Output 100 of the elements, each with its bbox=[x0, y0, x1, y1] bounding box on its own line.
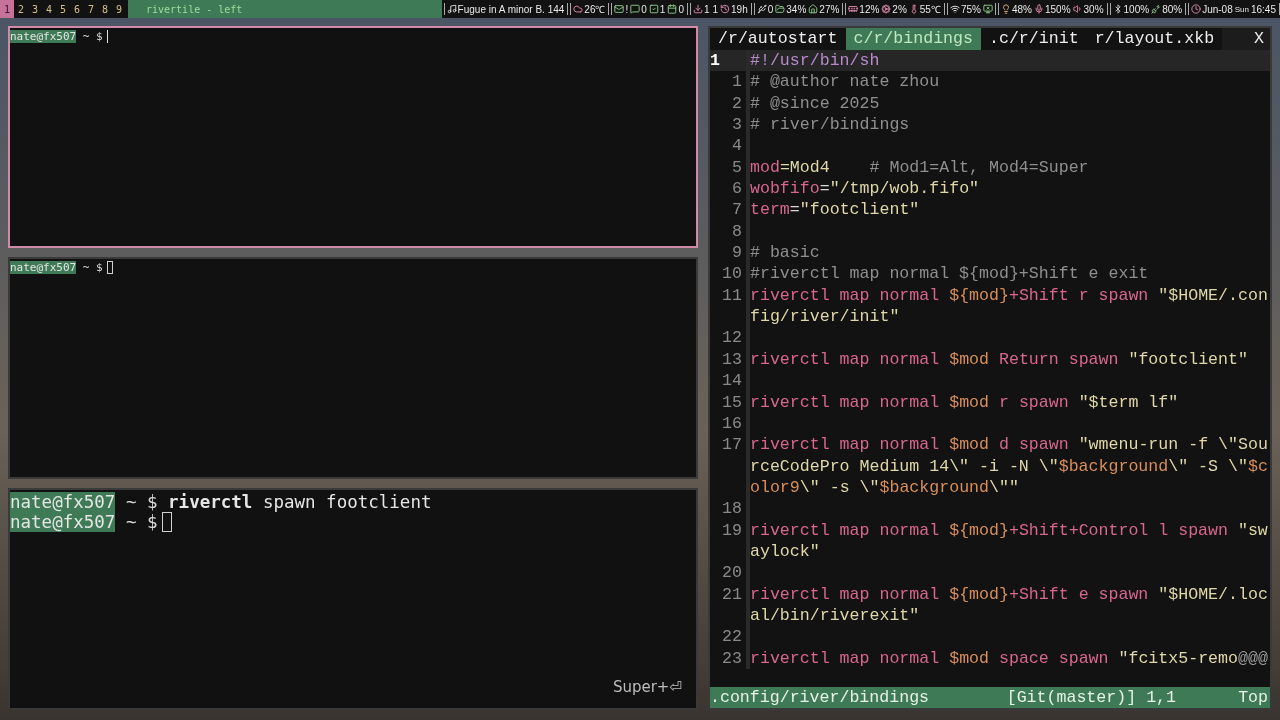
download-icon bbox=[692, 4, 703, 14]
prompt-dir: ~ bbox=[124, 492, 137, 512]
line-number: 5 bbox=[731, 156, 743, 179]
code-line: term="footclient" bbox=[750, 199, 921, 221]
line-number: 16 bbox=[721, 412, 743, 435]
code-line: riverctl map normal $mod r spawn "$term lf" bbox=[750, 391, 1180, 413]
line-number: 9 bbox=[731, 242, 743, 264]
code-line: riverctl map normal ${mod}+Shift e spawn "$HOME/.local/bin/riverexit" bbox=[750, 583, 1269, 627]
code-line: riverctl map normal ${mod}+Shift r spawn "$HOME/.config/river/init" bbox=[750, 284, 1269, 328]
line-number: 18 bbox=[721, 498, 743, 520]
status-value: 1 bbox=[659, 3, 666, 15]
status-value: 16:45 bbox=[1250, 3, 1276, 15]
status-value: 12% bbox=[859, 3, 880, 15]
line-number: 22 bbox=[721, 626, 743, 648]
code-line: # basic bbox=[750, 242, 821, 264]
line-number: 10 bbox=[721, 263, 743, 285]
prompt-symbol: $ bbox=[145, 492, 158, 512]
status-value: 30% bbox=[1083, 3, 1104, 15]
status-value: 34% bbox=[786, 3, 807, 15]
workspace-tag[interactable]: 2 bbox=[14, 0, 28, 18]
line-number: 17 bbox=[721, 434, 743, 457]
code-line: #riverctl map normal ${mod}+Shift e exit bbox=[750, 263, 1150, 285]
status-value: 1 bbox=[703, 3, 710, 15]
terminal-window[interactable]: nate@fx507 ~ $ bbox=[8, 26, 698, 248]
wifi-icon bbox=[949, 4, 960, 14]
status-value: 19h bbox=[731, 3, 748, 15]
status-value: 48% bbox=[1011, 3, 1032, 15]
mail-icon bbox=[614, 4, 625, 14]
scroll-position: Top bbox=[1238, 688, 1269, 707]
code-line: # river/bindings bbox=[750, 114, 911, 136]
cursor-position: 1,1 bbox=[1146, 688, 1177, 707]
status-value: 150% bbox=[1044, 3, 1071, 15]
status-value: 80% bbox=[1162, 3, 1183, 15]
code-line: wobfifo="/tmp/wob.fifo" bbox=[750, 178, 981, 200]
history-icon bbox=[720, 4, 731, 14]
workspace-tag[interactable]: 9 bbox=[112, 0, 126, 18]
crossed-screen-icon bbox=[982, 4, 993, 14]
status-value: 75% bbox=[960, 3, 981, 15]
chat-icon bbox=[630, 4, 641, 14]
line-number: 3 bbox=[731, 114, 743, 136]
status-value: Fugue in A minor B. 144 bbox=[457, 3, 565, 15]
code-line: riverctl map normal ${mod}+Shift+Control l spawn "swaylock" bbox=[750, 519, 1269, 563]
workspace-tag[interactable]: 6 bbox=[70, 0, 84, 18]
prompt-user: nate@fx507 bbox=[10, 261, 77, 274]
line-number: 1 bbox=[731, 71, 743, 93]
status-value: 55℃ bbox=[919, 3, 941, 16]
prompt-user: nate@fx507 bbox=[10, 30, 77, 43]
lightbulb-icon bbox=[1000, 4, 1011, 14]
file-tab[interactable]: /r/autostart bbox=[710, 28, 846, 50]
prompt-symbol: $ bbox=[145, 512, 158, 532]
prompt-dir: ~ bbox=[81, 30, 90, 43]
status-value: 0 bbox=[641, 3, 647, 15]
line-number: 11 bbox=[721, 284, 743, 307]
line-number: 23 bbox=[721, 647, 743, 669]
usb-icon bbox=[756, 4, 767, 14]
line-number: 2 bbox=[731, 92, 743, 115]
code-line: #!/usr/bin/sh bbox=[750, 50, 881, 72]
workspace-tag[interactable]: 1 bbox=[0, 0, 14, 18]
prompt-symbol: $ bbox=[95, 30, 103, 43]
editor-window[interactable] bbox=[708, 26, 1272, 710]
folder-icon bbox=[775, 4, 786, 14]
workspace-tag[interactable]: 8 bbox=[98, 0, 112, 18]
prompt-dir: ~ bbox=[124, 512, 137, 532]
file-tab[interactable]: .c/r/init bbox=[981, 28, 1087, 50]
workspace-tag[interactable]: 5 bbox=[56, 0, 70, 18]
plug-icon bbox=[1151, 4, 1162, 14]
line-number: 21 bbox=[721, 583, 743, 606]
terminal-window[interactable]: nate@fx507 ~ $ riverctl spawn footclient nate@fx507 ~ $ Super+⏎ bbox=[8, 488, 698, 710]
workspace-tag[interactable]: 4 bbox=[42, 0, 56, 18]
calendar-icon bbox=[667, 4, 678, 14]
line-number: 4 bbox=[731, 135, 743, 157]
line-number: 1 bbox=[710, 50, 721, 72]
workspace-tag[interactable]: 7 bbox=[84, 0, 98, 18]
microphone-icon bbox=[1033, 4, 1044, 14]
line-number: 15 bbox=[721, 391, 743, 413]
line-number: 14 bbox=[721, 370, 743, 392]
file-path: .config/river/bindings bbox=[710, 688, 931, 707]
file-tab[interactable]: r/layout.xkb bbox=[1086, 28, 1223, 50]
line-number: 7 bbox=[731, 199, 743, 221]
prompt-symbol: $ bbox=[95, 261, 103, 274]
line-number: 12 bbox=[721, 327, 743, 349]
prompt-user: nate@fx507 bbox=[10, 512, 116, 532]
file-tab[interactable]: c/r/bindings bbox=[845, 28, 981, 50]
clock-icon bbox=[1191, 4, 1202, 14]
workspace-tag[interactable]: 3 bbox=[28, 0, 42, 18]
music-note-icon bbox=[446, 4, 457, 14]
line-number: 13 bbox=[721, 348, 743, 371]
status-value: ! bbox=[625, 3, 629, 15]
line-number: 8 bbox=[731, 220, 743, 243]
command-text: riverctl spawn footclient bbox=[167, 492, 432, 512]
code-line: # @author nate zhou bbox=[750, 71, 941, 93]
close-button[interactable]: X bbox=[1248, 28, 1270, 50]
memory-icon bbox=[848, 4, 859, 14]
checkbox-icon bbox=[648, 4, 659, 14]
status-value: 2% bbox=[892, 3, 907, 15]
prompt-user: nate@fx507 bbox=[10, 492, 116, 512]
status-value: 0 bbox=[678, 3, 684, 15]
keypress-overlay: Super+⏎ bbox=[612, 678, 682, 696]
terminal-window[interactable]: nate@fx507 ~ $ bbox=[8, 257, 698, 479]
line-number: 6 bbox=[731, 178, 743, 200]
